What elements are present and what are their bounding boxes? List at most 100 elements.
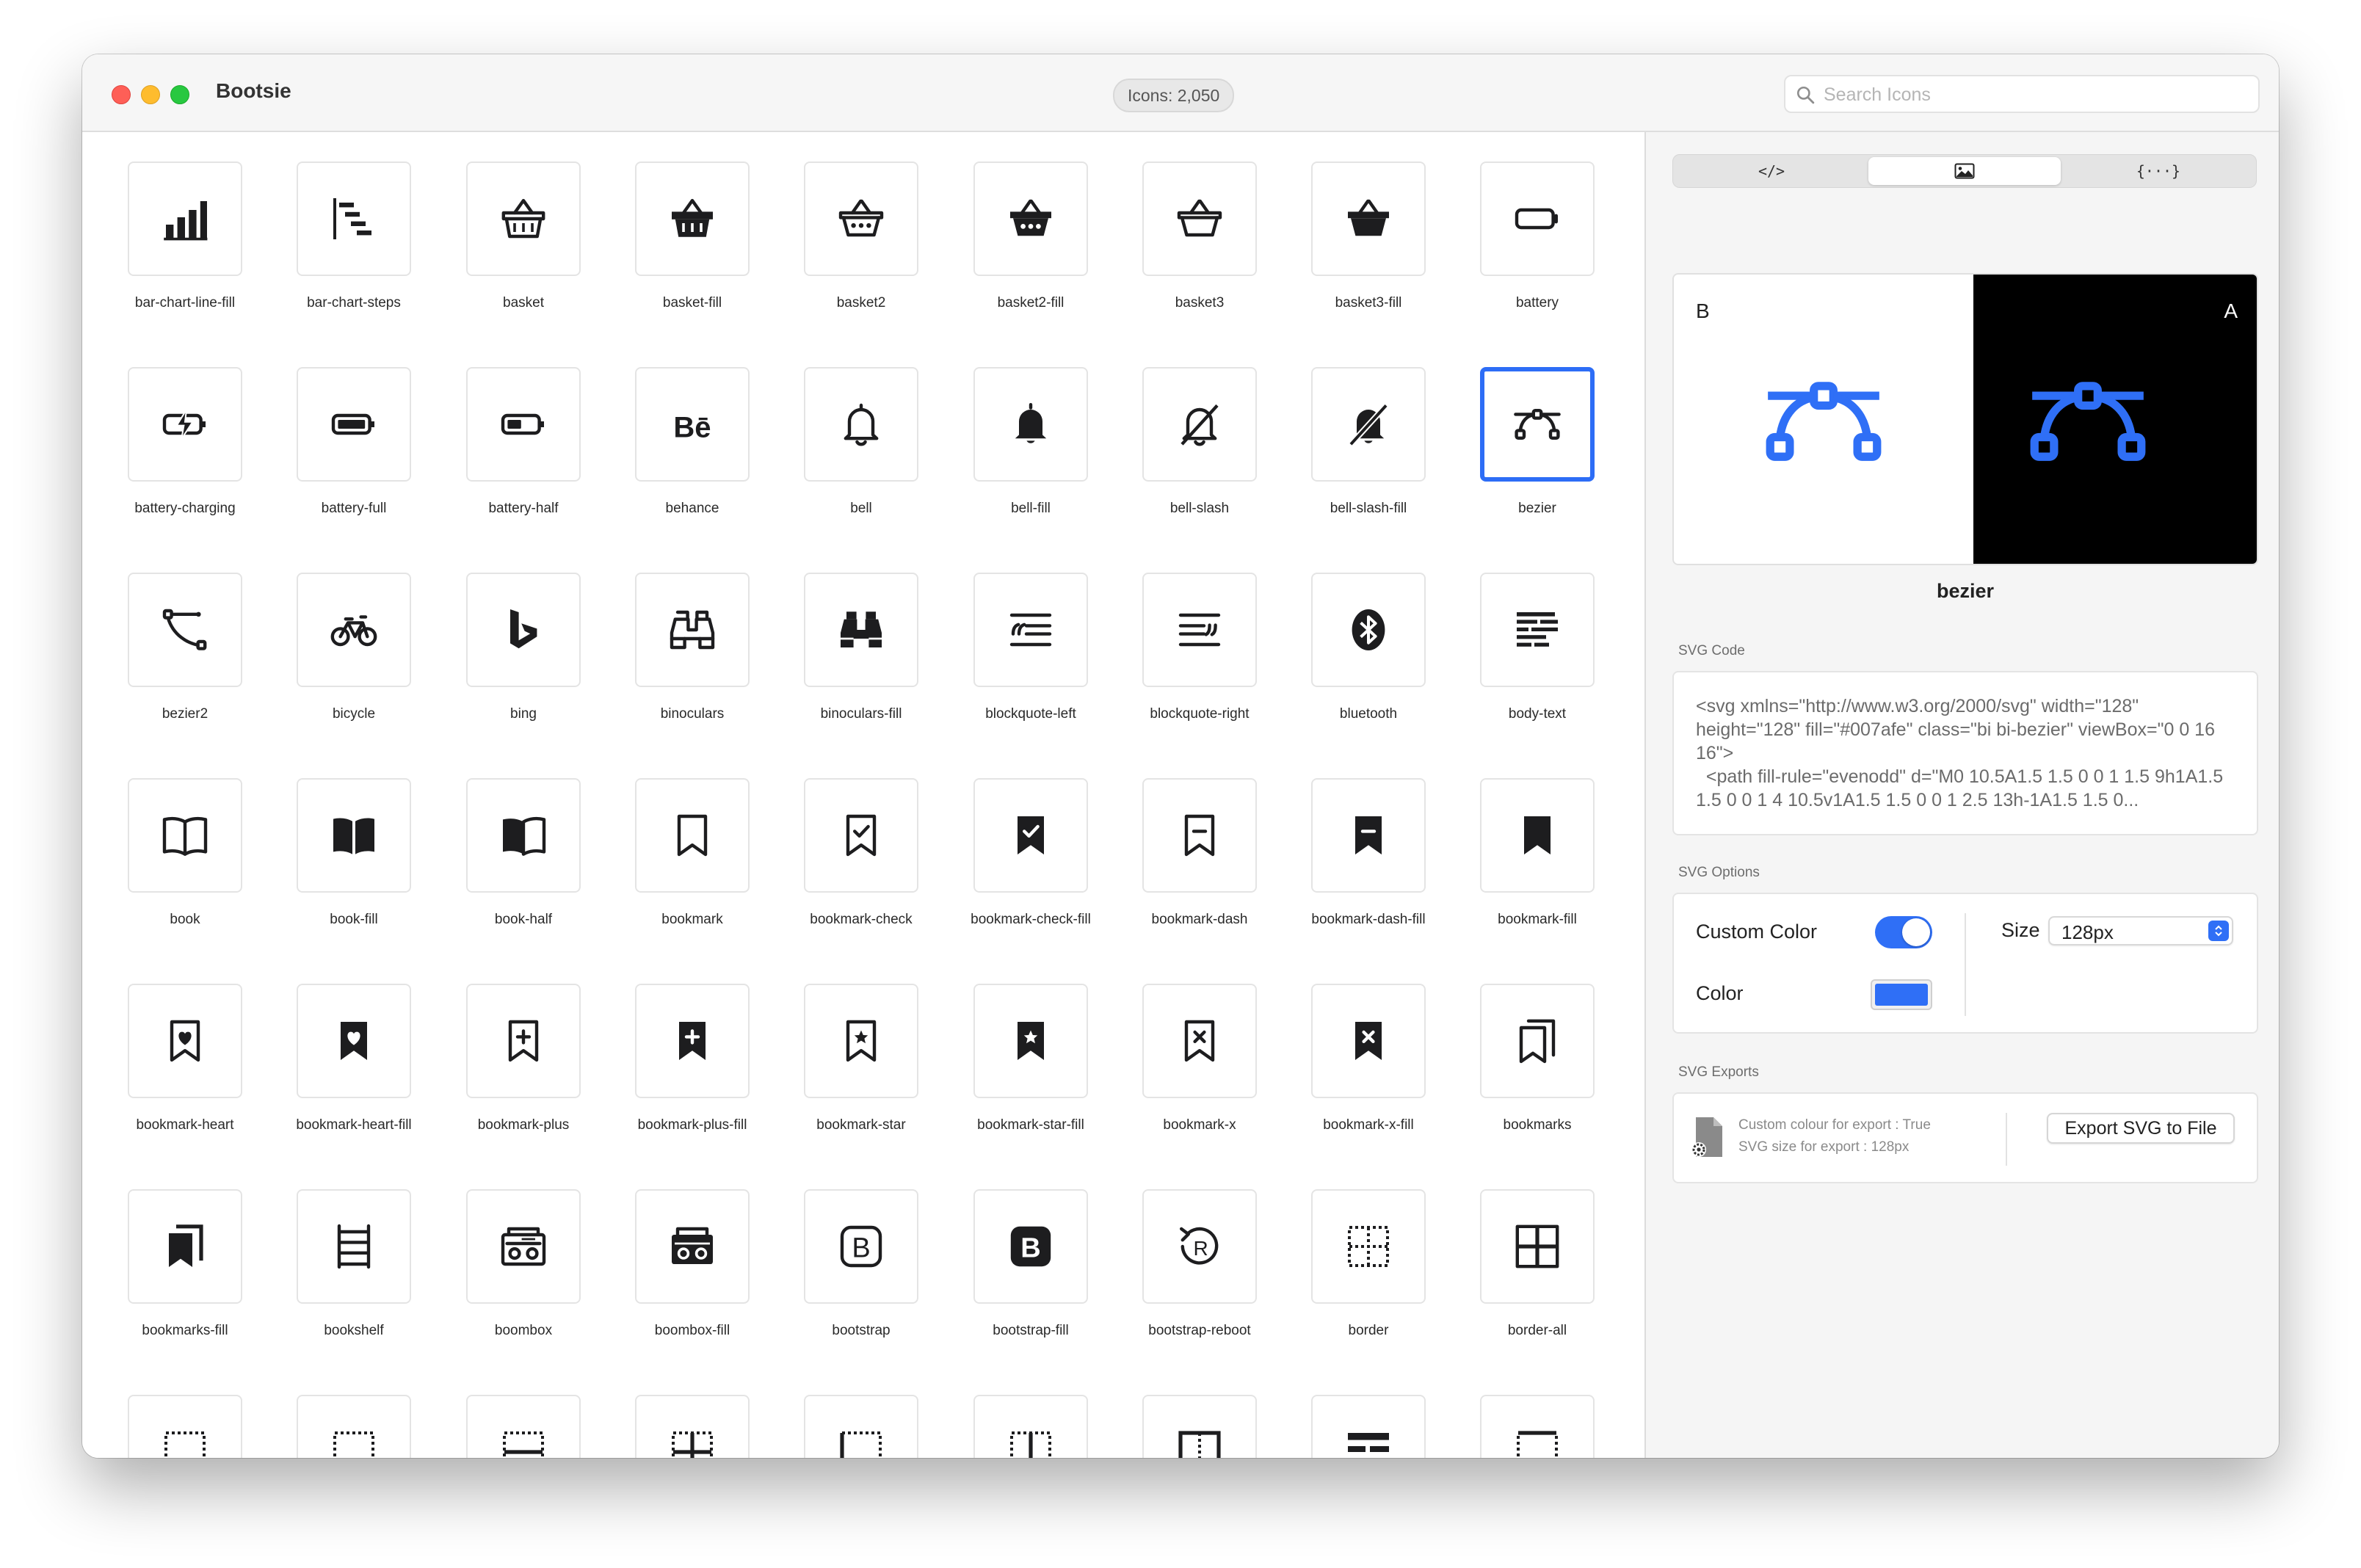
icon-cell[interactable]: bookmark-x bbox=[1142, 984, 1257, 1182]
icon-cell[interactable]: bookmark-dash-fill bbox=[1311, 778, 1426, 976]
icon-cell[interactable]: blockquote-right bbox=[1142, 573, 1257, 771]
icon-cell[interactable]: bookmark-heart bbox=[128, 984, 242, 1182]
icon-tile[interactable] bbox=[635, 161, 750, 276]
icon-tile[interactable] bbox=[1311, 573, 1426, 687]
icon-cell[interactable]: binoculars-fill bbox=[804, 573, 918, 771]
icon-cell[interactable]: battery-half bbox=[466, 367, 581, 565]
icon-tile[interactable] bbox=[466, 161, 581, 276]
icon-tile[interactable] bbox=[635, 984, 750, 1098]
icon-tile[interactable] bbox=[128, 1395, 242, 1458]
icon-cell[interactable]: bell-slash bbox=[1142, 367, 1257, 565]
icon-tile[interactable] bbox=[635, 1189, 750, 1304]
icon-tile[interactable] bbox=[1480, 1189, 1595, 1304]
icon-cell[interactable] bbox=[1142, 1395, 1257, 1458]
export-svg-button[interactable]: Export SVG to File bbox=[2047, 1113, 2235, 1144]
icon-tile[interactable]: Bē bbox=[635, 367, 750, 482]
icon-tile[interactable] bbox=[466, 573, 581, 687]
icon-tile[interactable] bbox=[973, 367, 1088, 482]
icon-tile[interactable] bbox=[297, 573, 411, 687]
icon-cell[interactable]: book-fill bbox=[297, 778, 411, 976]
icon-tile[interactable] bbox=[1480, 1395, 1595, 1458]
icon-cell[interactable]: battery-full bbox=[297, 367, 411, 565]
icon-cell[interactable]: basket-fill bbox=[635, 161, 750, 360]
icon-cell[interactable]: battery bbox=[1480, 161, 1595, 360]
icon-tile[interactable] bbox=[1142, 778, 1257, 893]
tab-preview[interactable] bbox=[1868, 157, 2061, 185]
icon-tile[interactable]: B bbox=[973, 1189, 1088, 1304]
icon-tile[interactable]: B bbox=[804, 1189, 918, 1304]
icon-cell[interactable]: battery-charging bbox=[128, 367, 242, 565]
icon-cell[interactable]: bell bbox=[804, 367, 918, 565]
icon-cell[interactable]: bookmark-x-fill bbox=[1311, 984, 1426, 1182]
icon-tile[interactable] bbox=[1311, 1189, 1426, 1304]
icon-cell[interactable]: bookmark-dash bbox=[1142, 778, 1257, 976]
icon-cell[interactable]: bookmark-plus bbox=[466, 984, 581, 1182]
tab-code[interactable]: </> bbox=[1675, 157, 1868, 185]
close-window-button[interactable] bbox=[112, 85, 131, 104]
icon-tile[interactable] bbox=[635, 778, 750, 893]
icon-cell[interactable] bbox=[1311, 1395, 1426, 1458]
icon-cell[interactable]: bookmark-fill bbox=[1480, 778, 1595, 976]
icon-tile[interactable] bbox=[128, 573, 242, 687]
icon-tile[interactable] bbox=[1142, 1395, 1257, 1458]
icon-tile[interactable] bbox=[128, 778, 242, 893]
icon-cell[interactable]: bicycle bbox=[297, 573, 411, 771]
icon-cell[interactable]: bookmark-star bbox=[804, 984, 918, 1182]
size-select[interactable]: 128px bbox=[2048, 916, 2233, 945]
icon-tile[interactable] bbox=[297, 161, 411, 276]
icon-cell[interactable]: Bē behance bbox=[635, 367, 750, 565]
icon-tile[interactable] bbox=[1311, 367, 1426, 482]
icon-cell[interactable] bbox=[128, 1395, 242, 1458]
icon-cell[interactable]: basket3-fill bbox=[1311, 161, 1426, 360]
icon-tile[interactable] bbox=[1480, 573, 1595, 687]
search-field[interactable] bbox=[1784, 75, 2260, 113]
icon-cell[interactable]: bookmark bbox=[635, 778, 750, 976]
icon-cell[interactable]: blockquote-left bbox=[973, 573, 1088, 771]
icon-tile[interactable] bbox=[973, 161, 1088, 276]
view-mode-segmented-control[interactable]: </> {···} bbox=[1672, 154, 2257, 188]
tab-json[interactable]: {···} bbox=[2062, 157, 2255, 185]
icon-tile[interactable] bbox=[1480, 161, 1595, 276]
icon-tile[interactable] bbox=[804, 161, 918, 276]
icon-cell[interactable]: Rbootstrap-reboot bbox=[1142, 1189, 1257, 1387]
icon-tile[interactable] bbox=[466, 1189, 581, 1304]
svg-code-text[interactable]: <svg xmlns="http://www.w3.org/2000/svg" … bbox=[1696, 694, 2239, 812]
icon-tile[interactable] bbox=[973, 573, 1088, 687]
icon-tile[interactable] bbox=[466, 1395, 581, 1458]
icon-cell[interactable]: bookmark-star-fill bbox=[973, 984, 1088, 1182]
icon-tile[interactable] bbox=[804, 984, 918, 1098]
icon-cell[interactable]: bookmarks bbox=[1480, 984, 1595, 1182]
icon-cell[interactable] bbox=[804, 1395, 918, 1458]
icon-cell[interactable]: basket2-fill bbox=[973, 161, 1088, 360]
icon-tile[interactable] bbox=[466, 984, 581, 1098]
icon-cell[interactable] bbox=[297, 1395, 411, 1458]
minimize-window-button[interactable] bbox=[141, 85, 160, 104]
icon-cell[interactable] bbox=[466, 1395, 581, 1458]
icon-tile[interactable] bbox=[128, 1189, 242, 1304]
icon-tile[interactable] bbox=[128, 367, 242, 482]
icon-cell[interactable]: bezier2 bbox=[128, 573, 242, 771]
icon-cell[interactable] bbox=[635, 1395, 750, 1458]
icon-tile[interactable] bbox=[1311, 161, 1426, 276]
icon-tile[interactable] bbox=[297, 1395, 411, 1458]
icon-cell[interactable]: binoculars bbox=[635, 573, 750, 771]
icon-tile[interactable] bbox=[297, 984, 411, 1098]
icon-tile[interactable] bbox=[804, 1395, 918, 1458]
icon-tile[interactable] bbox=[1480, 778, 1595, 893]
icon-tile[interactable] bbox=[804, 573, 918, 687]
icon-tile[interactable] bbox=[297, 1189, 411, 1304]
icon-cell[interactable]: book bbox=[128, 778, 242, 976]
icon-tile[interactable] bbox=[804, 367, 918, 482]
color-well[interactable] bbox=[1871, 979, 1932, 1010]
icon-tile[interactable] bbox=[1311, 778, 1426, 893]
icon-tile[interactable] bbox=[1142, 161, 1257, 276]
icon-cell[interactable]: book-half bbox=[466, 778, 581, 976]
icon-cell[interactable]: border-all bbox=[1480, 1189, 1595, 1387]
icon-cell[interactable]: bluetooth bbox=[1311, 573, 1426, 771]
icon-tile[interactable] bbox=[1480, 984, 1595, 1098]
icon-tile[interactable]: R bbox=[1142, 1189, 1257, 1304]
icon-tile[interactable] bbox=[973, 1395, 1088, 1458]
icon-tile[interactable] bbox=[1142, 984, 1257, 1098]
icon-cell[interactable]: border bbox=[1311, 1189, 1426, 1387]
icon-cell[interactable]: boombox bbox=[466, 1189, 581, 1387]
